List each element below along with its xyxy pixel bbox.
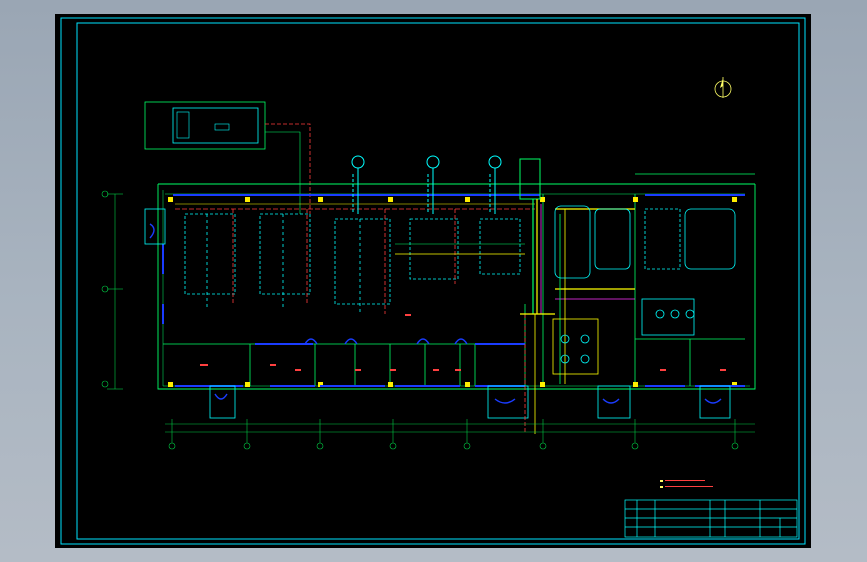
pipe-corridor <box>395 199 635 434</box>
room-tags <box>200 314 726 371</box>
grid-axis <box>165 419 755 450</box>
drawing-notes <box>660 480 713 488</box>
right-equipment-room <box>552 173 755 375</box>
process-equipment <box>175 203 535 314</box>
outer-frame <box>60 17 806 545</box>
north-arrow-icon <box>714 77 732 98</box>
structural-columns <box>168 197 737 387</box>
left-dimension <box>101 190 123 390</box>
cad-viewport[interactable] <box>55 14 811 548</box>
building-walls <box>157 183 756 390</box>
title-block <box>624 499 798 538</box>
floor-plan-drawing <box>60 17 806 545</box>
stacks <box>351 155 541 214</box>
